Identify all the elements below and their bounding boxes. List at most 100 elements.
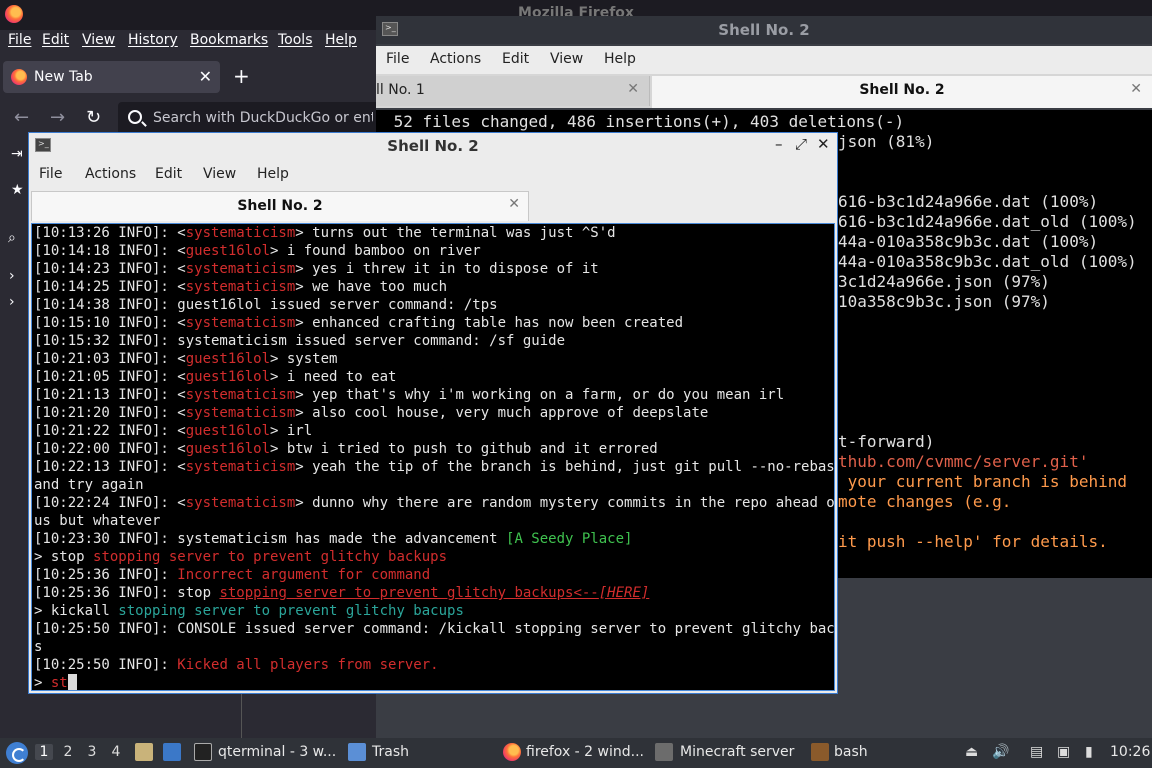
ff-menu-edit[interactable]: Edit [42,32,69,48]
log-line: [10:13:26 INFO]: <systematicism> turns o… [34,225,616,241]
bash-icon [811,743,829,761]
sb-menu-view[interactable]: View [550,51,583,67]
reload-icon[interactable]: ↻ [86,107,101,128]
taskbar-app-trash[interactable]: Trash [372,744,409,760]
sf-menu-actions[interactable]: Actions [85,166,136,182]
ff-menu-help[interactable]: Help [325,32,357,48]
tab-shell-no-2[interactable]: Shell No. 2 ✕ [31,191,529,221]
sb-menu-actions[interactable]: Actions [430,51,481,67]
taskbar: 1 2 3 4 qterminal - 3 w... Trash firefox… [0,738,1152,768]
workspace-1[interactable]: 1 [35,744,53,760]
tab-label: Shell No. 2 [859,82,945,98]
log-line: [10:14:23 INFO]: <systematicism> yes i t… [34,261,599,277]
workspace-3[interactable]: 3 [83,744,101,760]
terminal-line: 44a-010a358c9b3c.dat_old (100%) [838,252,1137,271]
terminal-icon [194,743,212,761]
sb-menu-edit[interactable]: Edit [502,51,529,67]
power-icon[interactable]: ▮ [1085,744,1093,760]
player-name: guest16lol [185,369,271,385]
command-line: > kickall stopping server to prevent gli… [34,603,464,619]
terminal-line: mote changes (e.g. [838,492,1012,511]
log-line: [10:14:18 INFO]: <guest16lol> i found ba… [34,243,481,259]
command-line: > stop stopping server to prevent glitch… [34,549,448,565]
shell-back-titlebar[interactable]: >_ Shell No. 2 [376,16,1152,44]
player-name: systematicism [185,225,296,241]
shell-front-titlebar[interactable]: >_ Shell No. 2 – ⤢ ✕ [29,133,837,159]
taskbar-app-minecraft-server[interactable]: Minecraft server [680,744,794,760]
taskbar-app-firefox[interactable]: firefox - 2 wind... [526,744,644,760]
terminal-line: 10a358c9b3c.json (97%) [838,292,1050,311]
advancement-name: [A Seedy Place] [506,531,633,547]
new-tab-button[interactable]: + [233,64,250,88]
ff-menu-bookmarks[interactable]: Bookmarks [190,32,268,48]
start-menu-icon[interactable] [6,742,28,764]
ff-menu-history[interactable]: History [128,32,178,48]
player-name: guest16lol [185,441,271,457]
tab-label: ll No. 1 [376,82,425,98]
close-icon[interactable]: ✕ [627,81,639,97]
advancement-line: [10:23:30 INFO]: systematicism has made … [34,531,633,547]
desktop-icon[interactable] [163,743,181,761]
workspace-2[interactable]: 2 [59,744,77,760]
sf-menu-edit[interactable]: Edit [155,166,182,182]
error-line: [10:25:36 INFO]: Incorrect argument for … [34,567,431,583]
terminal-line: 52 files changed, 486 insertions(+), 403… [384,112,905,131]
minecraft-server-console[interactable]: [10:13:26 INFO]: <systematicism> turns o… [31,223,835,691]
log-line: and try again [34,477,144,493]
firefox-tab-icon [11,69,27,85]
close-icon[interactable]: ✕ [1130,81,1142,97]
console-input-value: st [50,675,68,691]
log-line: [10:22:00 INFO]: <guest16lol> btw i trie… [34,441,658,457]
shell-front-tabbar: Shell No. 2 ✕ [29,189,837,221]
sf-menu-help[interactable]: Help [257,166,289,182]
close-icon[interactable]: ✕ [817,135,830,153]
chevron-right-icon[interactable]: › [9,268,15,284]
close-icon[interactable]: ✕ [508,196,520,212]
ff-menu-view[interactable]: View [82,32,115,48]
taskbar-app-bash[interactable]: bash [834,744,868,760]
player-name: systematicism [185,261,296,277]
shell-back-menubar: File Actions Edit View Help [376,46,1152,74]
sf-menu-file[interactable]: File [39,166,62,182]
shell-front-menubar: File Actions Edit View Help [29,161,837,189]
back-arrow-icon[interactable]: ← [14,107,29,128]
firefox-tab-new-tab[interactable]: New Tab ✕ [3,61,220,93]
minimize-icon[interactable]: – [775,135,783,153]
maximize-icon[interactable]: ⤢ [795,135,807,153]
log-line: s [34,639,43,655]
terminal-line: it push --help' for details. [838,532,1108,551]
forward-arrow-icon[interactable]: → [50,107,65,128]
chevron-right-icon[interactable]: › [9,294,15,310]
log-line: [10:15:32 INFO]: systematicism issued se… [34,333,566,349]
firefox-navbar: ← → ↻ Search with DuckDuckGo or enter ad… [0,100,388,136]
terminal-line: 616-b3c1d24a966e.dat_old (100%) [838,212,1137,231]
file-manager-icon[interactable] [135,743,153,761]
workspace-4[interactable]: 4 [107,744,125,760]
minecraft-icon [655,743,673,761]
console-input[interactable]: > st [34,674,77,691]
search-icon[interactable]: ⌕ [8,230,16,246]
sb-menu-file[interactable]: File [386,51,409,67]
clock: 10:26 [1110,744,1151,760]
command-argument: stopping server to prevent glitchy bacup… [118,603,464,619]
taskbar-app-qterminal[interactable]: qterminal - 3 w... [218,744,336,760]
tab-shell-no-2[interactable]: Shell No. 2 ✕ [652,76,1152,108]
ff-menu-tools[interactable]: Tools [278,32,313,48]
player-name: systematicism [185,405,296,421]
firefox-tab-label: New Tab [34,69,93,85]
eject-icon[interactable]: ⏏ [965,744,978,760]
volume-icon[interactable]: 🔊 [992,744,1009,760]
network-icon[interactable]: ▣ [1057,744,1070,760]
tab-close-icon[interactable]: ✕ [199,67,212,86]
ff-menu-file[interactable]: File [8,32,31,48]
url-bar[interactable]: Search with DuckDuckGo or enter address [118,102,388,136]
sb-menu-help[interactable]: Help [604,51,636,67]
sign-in-icon[interactable]: ⇥ [11,146,23,162]
log-line: [10:21:03 INFO]: <guest16lol> system [34,351,338,367]
star-icon[interactable]: ★ [11,182,24,198]
tab-label: Shell No. 2 [237,198,323,214]
clipboard-icon[interactable]: ▤ [1030,744,1043,760]
sf-menu-view[interactable]: View [203,166,236,182]
tab-shell-no-1[interactable]: ll No. 1 ✕ [376,76,650,106]
error-line: [10:25:36 INFO]: stop stopping server to… [34,585,650,601]
